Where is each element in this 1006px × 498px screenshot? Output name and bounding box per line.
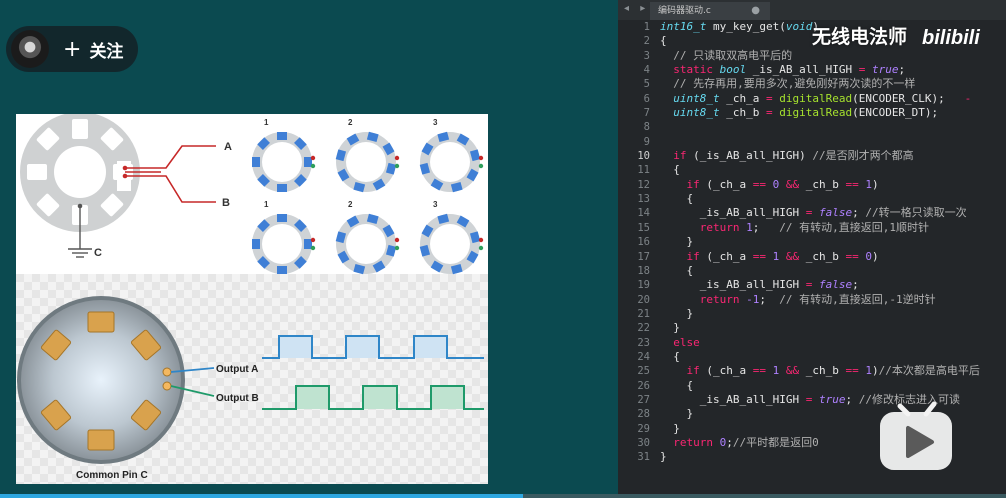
line-number: 19 (637, 279, 650, 292)
step-ring (335, 131, 400, 193)
line-number: 31 (637, 451, 650, 464)
follow-button[interactable]: + 关注 (63, 37, 123, 62)
step-top-2: 2 (348, 118, 353, 127)
video-progress-bar[interactable] (0, 494, 1006, 498)
play-button[interactable] (876, 396, 956, 474)
encoder-contacts (17, 296, 185, 464)
line-number: 4 (643, 64, 650, 77)
play-icon (880, 401, 952, 470)
line-number: 1 (643, 21, 650, 33)
code-line: uint8_t _ch_a = digitalRead(ENCODER_CLK)… (673, 91, 972, 105)
uploader-follow-pill: + 关注 (6, 26, 138, 72)
line-number: 25 (637, 365, 650, 378)
code-line: { (660, 263, 694, 277)
line-number: 7 (643, 107, 650, 120)
line-number: 5 (643, 78, 650, 91)
code-line: static bool _is_AB_all_HIGH = true; (673, 63, 906, 77)
code-line: if (_ch_a == 1 && _ch_b == 0) (686, 249, 879, 263)
video-progress-fill (0, 494, 524, 498)
code-line: } (660, 321, 680, 335)
step-ring (252, 132, 316, 192)
code-line: { (660, 163, 680, 177)
line-number: 11 (637, 164, 650, 177)
code-line: return -1; // 有转动,直接返回,-1逆时针 (699, 292, 936, 306)
tab-title: 编码器驱动.c (658, 6, 711, 16)
line-number: 28 (637, 408, 650, 421)
label-c: C (94, 247, 102, 259)
line-number: 27 (637, 393, 650, 406)
step-bottom-1: 1 (264, 200, 269, 209)
code-line: { (660, 349, 680, 363)
line-number: 2 (643, 35, 650, 48)
line-number: 23 (637, 336, 650, 349)
plus-icon: + (63, 36, 82, 62)
step-ring (419, 213, 484, 275)
line-number: 15 (637, 221, 650, 234)
line-number: 24 (637, 350, 650, 363)
code-line: _is_AB_all_HIGH = false; (660, 278, 859, 292)
code-line: else (673, 335, 700, 349)
line-number: 14 (637, 207, 650, 220)
line-number: 22 (637, 322, 650, 335)
label-b: B (222, 197, 230, 209)
common-pin-label: Common Pin C (76, 470, 148, 481)
encoder-diagram: A B C 1 2 3 1 2 3 Output A Output B Comm… (16, 114, 488, 484)
line-number: 12 (637, 178, 650, 191)
follow-label: 关注 (89, 41, 124, 62)
code-line: { (660, 378, 694, 392)
channel-watermark: 无线电法师 (812, 26, 908, 48)
line-number: 16 (637, 236, 650, 249)
line-number: 3 (643, 49, 650, 62)
line-number: 18 (637, 264, 650, 277)
line-number: 17 (637, 250, 650, 263)
code-line: return 1; // 有转动,直接返回,1顺时针 (699, 220, 929, 234)
line-number: 20 (637, 293, 650, 306)
line-number: 21 (637, 307, 650, 320)
code-line: if (_ch_a == 1 && _ch_b == 1)//本次都是高电平后 (686, 364, 980, 378)
label-a: A (224, 141, 232, 153)
line-number: 29 (637, 422, 650, 435)
line-number: 26 (637, 379, 650, 392)
line-number-gutter: 1 2 3 4 5 6 7 8 9 10 11 12 13 14 15 16 17 18 19 20 21 22 23 24 2… (618, 20, 650, 498)
step-ring (335, 213, 400, 275)
bilibili-logo: bilibili (920, 18, 996, 52)
code-line: if (_is_AB_all_HIGH) //是否刚才两个都高 (673, 149, 914, 163)
code-line: // 先存再用,要用多次,避免刚好两次读的不一样 (660, 77, 916, 91)
code-line: } (660, 235, 694, 249)
code-line: if (_ch_a == 0 && _ch_b == 1) (686, 177, 879, 191)
step-ring (419, 131, 484, 193)
tab-nav-arrows[interactable]: ◂ ▸ (624, 3, 649, 14)
line-number: 10 (637, 150, 650, 163)
output-a-label: Output A (216, 364, 258, 375)
code-line: _is_AB_all_HIGH = false; //转一格只读取一次 (660, 206, 967, 220)
line-number: 30 (637, 436, 650, 449)
output-b-label: Output B (216, 393, 259, 404)
svg-text:bilibili: bilibili (922, 27, 980, 49)
code-line: uint8_t _ch_b = digitalRead(ENCODER_DT); (673, 106, 939, 120)
step-rings (252, 131, 484, 275)
line-number: 6 (643, 92, 650, 105)
line-number: 13 (637, 193, 650, 206)
unsaved-dot-icon: ● (751, 5, 760, 16)
code-line: } (660, 306, 694, 320)
step-bottom-2: 2 (348, 200, 353, 209)
step-ring (252, 214, 316, 274)
line-number: 8 (643, 121, 650, 134)
bilibili-logo-glyph: bilibili (922, 27, 980, 49)
editor-tab-bar: ◂ ▸ 编码器驱动.c ● (618, 0, 1006, 20)
tab-encoder-driver[interactable]: 编码器驱动.c ● (650, 2, 770, 20)
encoder-slide: A B C 1 2 3 1 2 3 Output A Output B Comm… (16, 114, 488, 484)
step-top-3: 3 (433, 118, 438, 127)
step-top-1: 1 (264, 118, 269, 127)
waveform-b (262, 385, 484, 410)
uploader-avatar[interactable] (11, 30, 49, 68)
code-line: { (660, 192, 694, 206)
step-bottom-3: 3 (433, 200, 438, 209)
line-number: 9 (643, 135, 650, 148)
